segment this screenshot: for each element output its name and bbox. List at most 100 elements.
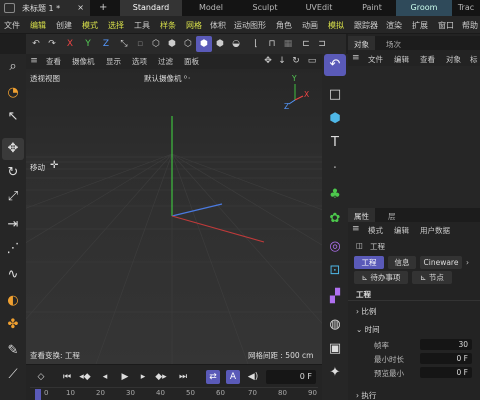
prev-key-icon[interactable]: ◂◆ (78, 370, 92, 384)
scene-icon[interactable]: ▞ (324, 286, 346, 308)
go-to-start-icon[interactable]: ⏮ (60, 370, 74, 384)
objects-menu-tags[interactable]: 标 (470, 54, 478, 65)
points-mode-icon[interactable]: ⬡ (148, 36, 164, 52)
environment-icon[interactable]: ◍ (324, 314, 346, 336)
text-object-icon[interactable]: T (324, 132, 346, 154)
sound-icon[interactable]: ◀) (246, 370, 260, 384)
menu-window[interactable]: 窗口 (438, 20, 454, 31)
menu-help[interactable]: 帮助 (462, 20, 478, 31)
autokey-icon[interactable]: A (226, 370, 240, 384)
undo-view-icon[interactable]: ↶ (324, 54, 346, 76)
spline-pen-icon[interactable]: ∿ (2, 264, 24, 286)
pan-view-icon[interactable]: ✥ (262, 55, 274, 67)
camera-label[interactable]: 默认摄像机 ⁰᛫ (144, 73, 191, 84)
objects-list[interactable] (348, 66, 480, 208)
snap-settings-icon[interactable]: ⊐ (314, 36, 330, 52)
rotate-tool-icon[interactable]: ↻ (2, 162, 24, 184)
viewport-menu-icon[interactable]: ≡ (28, 55, 40, 67)
objects-menu-object[interactable]: 对象 (446, 54, 461, 65)
tab-sculpt[interactable]: Sculpt (240, 0, 290, 16)
menu-mograph[interactable]: 运动图形 (234, 20, 266, 31)
cloner-icon[interactable]: ♣ (324, 184, 346, 206)
transfer-tool-icon[interactable]: ⇥ (2, 214, 24, 236)
snap-icon[interactable]: ▫ (132, 36, 148, 52)
move-tool-icon[interactable]: ✥ (2, 138, 24, 160)
workplane-icon[interactable]: ▦ (280, 36, 296, 52)
objects-menu-icon[interactable]: ≡ (352, 53, 360, 63)
preview-min-field[interactable]: 0 F (420, 367, 472, 378)
search-icon[interactable]: ⌕ (2, 56, 24, 78)
keyframe-icon[interactable]: ◇ (34, 370, 48, 384)
object-mode-icon[interactable]: ⬢ (212, 36, 228, 52)
tab-layers[interactable]: 层 (382, 208, 402, 222)
viewport[interactable]: Y X Z ≡ 查看 摄像机 显示 选项 过滤 面板 ✥ ↓ ↻ ▭ 透视视图 … (26, 54, 322, 364)
play-icon[interactable]: ▶ (118, 370, 132, 384)
close-icon[interactable]: × (77, 3, 84, 12)
attributes-menu-mode[interactable]: 模式 (368, 225, 383, 236)
tab-standard[interactable]: Standard (120, 0, 182, 16)
timeline-ruler[interactable] (30, 387, 318, 388)
attributes-menu-edit[interactable]: 编辑 (394, 225, 409, 236)
model-mode-icon[interactable]: ⬢ (196, 36, 212, 52)
sculpt-tool-icon[interactable]: ✤ (2, 314, 24, 336)
selection-tools-icon[interactable]: ↖ (2, 106, 24, 128)
project-tab-button[interactable]: 工程 (354, 256, 384, 269)
arrange-tool-icon[interactable]: ⋰ (2, 238, 24, 260)
undo-icon[interactable]: ↶ (28, 36, 44, 52)
tab-takes[interactable]: 场次 (380, 36, 407, 50)
objects-menu-view[interactable]: 查看 (420, 54, 435, 65)
cube-icon[interactable]: ⬢ (324, 108, 346, 130)
cineware-tab-button[interactable]: Cineware (420, 256, 462, 269)
menu-create[interactable]: 创建 (56, 20, 72, 31)
menu-mesh[interactable]: 网格 (186, 20, 202, 31)
current-frame-field[interactable]: 0 F (266, 370, 316, 384)
knife-tool-icon[interactable]: ⟋ (2, 364, 24, 386)
maximize-view-icon[interactable]: ▭ (306, 55, 318, 67)
snap-enable-icon[interactable]: ⊏ (298, 36, 314, 52)
objects-menu-file[interactable]: 文件 (368, 54, 383, 65)
tab-paint[interactable]: Paint (348, 0, 396, 16)
menu-select[interactable]: 选择 (108, 20, 124, 31)
paint-brush-icon[interactable]: ✎ (2, 340, 24, 362)
menu-spline[interactable]: 样条 (160, 20, 176, 31)
axis-mode-icon[interactable]: ⌊ (248, 36, 264, 52)
field-icon[interactable]: ⊡ (324, 260, 346, 282)
menu-animation[interactable]: 动画 (302, 20, 318, 31)
attributes-menu-userdata[interactable]: 用户数据 (420, 225, 450, 236)
section-scale[interactable]: › 比例 (348, 306, 480, 317)
next-frame-icon[interactable]: ▸ (136, 370, 150, 384)
effector-icon[interactable]: ✿ (324, 208, 346, 230)
live-selection-icon[interactable]: ◔ (2, 82, 24, 104)
tab-uvedit[interactable]: UVEdit (290, 0, 348, 16)
menu-tracker[interactable]: 跟踪器 (354, 20, 378, 31)
viewport-menu-options[interactable]: 选项 (132, 56, 147, 67)
viewport-menu-view[interactable]: 查看 (46, 56, 61, 67)
viewport-menu-filter[interactable]: 过滤 (158, 56, 173, 67)
texture-mode-icon[interactable]: ◒ (228, 36, 244, 52)
viewport-menu-panel[interactable]: 面板 (184, 56, 199, 67)
min-time-field[interactable]: 0 F (420, 353, 472, 364)
todo-tab-button[interactable]: ⊾ 待办事项 (354, 271, 408, 284)
menu-volume[interactable]: 体积 (210, 20, 226, 31)
section-execute[interactable]: › 执行 (348, 390, 480, 400)
light-icon[interactable]: ✦ (324, 362, 346, 384)
deformer-icon[interactable]: ◎ (324, 236, 346, 258)
objects-menu-edit[interactable]: 编辑 (394, 54, 409, 65)
tab-model[interactable]: Model (182, 0, 240, 16)
locked-axis-icon[interactable]: ⊓ (264, 36, 280, 52)
menu-character[interactable]: 角色 (276, 20, 292, 31)
menu-mode[interactable]: 模式 (82, 20, 98, 31)
viewport-menu-cameras[interactable]: 摄像机 (72, 56, 95, 67)
menu-file[interactable]: 文件 (4, 20, 20, 31)
tab-objects[interactable]: 对象 (348, 36, 375, 50)
zoom-view-icon[interactable]: ↻ (290, 55, 302, 67)
null-object-icon[interactable]: □ (324, 84, 346, 106)
scale-tool-icon[interactable]: ⤢ (2, 186, 24, 208)
menu-render[interactable]: 渲染 (386, 20, 402, 31)
tab-groom[interactable]: Groom (396, 0, 452, 16)
redo-icon[interactable]: ↷ (44, 36, 60, 52)
attributes-menu-icon[interactable]: ≡ (352, 224, 360, 234)
axis-z-toggle[interactable]: Z (98, 36, 114, 52)
fps-field[interactable]: 30 (420, 339, 472, 350)
tab-attributes[interactable]: 属性 (348, 208, 375, 222)
